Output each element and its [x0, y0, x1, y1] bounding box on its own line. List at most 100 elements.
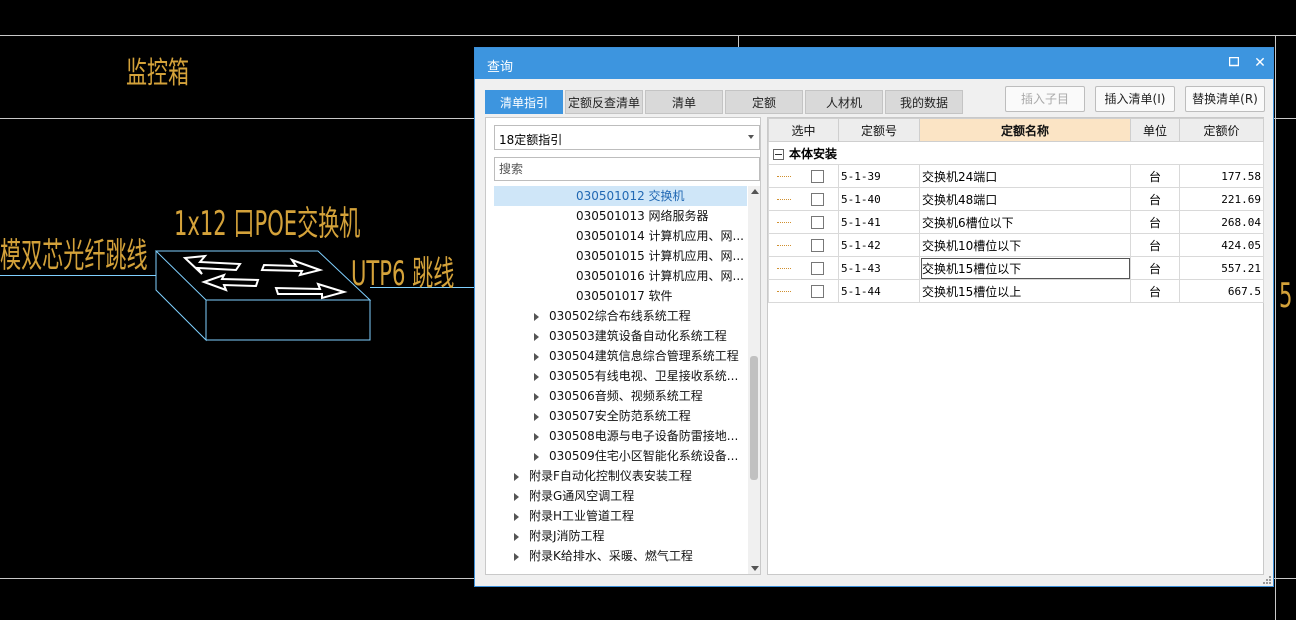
- tab-list-guide[interactable]: 清单指引: [485, 90, 563, 114]
- tree-scrollbar[interactable]: [748, 186, 760, 574]
- quota-code[interactable]: 5-1-39: [838, 164, 920, 188]
- tree-item[interactable]: 附录J消防工程: [514, 526, 605, 546]
- tree-item[interactable]: 030505有线电视、卫星接收系统...: [534, 366, 738, 386]
- quota-code[interactable]: 5-1-40: [838, 187, 920, 211]
- tree-item[interactable]: 030501015 计算机应用、网...: [494, 246, 747, 266]
- tree-item[interactable]: 030501017 软件: [494, 286, 747, 306]
- quota-unit[interactable]: 台: [1130, 187, 1180, 211]
- row-checkbox[interactable]: [811, 170, 824, 183]
- col-header-select[interactable]: 选中: [768, 118, 839, 142]
- tree-item[interactable]: 030509住宅小区智能化系统设备...: [534, 446, 738, 466]
- quota-name[interactable]: 交换机10槽位以下: [919, 233, 1131, 257]
- expand-icon[interactable]: [514, 472, 519, 481]
- quota-price[interactable]: 221.69: [1179, 187, 1264, 211]
- expand-icon[interactable]: [534, 432, 539, 441]
- close-icon[interactable]: ✕: [1251, 54, 1269, 72]
- expand-icon[interactable]: [534, 352, 539, 361]
- row-checkbox[interactable]: [811, 262, 824, 275]
- quota-unit[interactable]: 台: [1130, 210, 1180, 234]
- quota-price[interactable]: 557.21: [1179, 256, 1264, 280]
- select-cell[interactable]: [768, 279, 839, 303]
- tree-item[interactable]: 030502综合布线系统工程: [534, 306, 691, 326]
- dialog-titlebar[interactable]: 查询 ✕: [475, 48, 1273, 79]
- tab-quota-reverse-lookup[interactable]: 定额反查清单: [565, 90, 643, 114]
- quota-code[interactable]: 5-1-42: [838, 233, 920, 257]
- quota-unit[interactable]: 台: [1130, 233, 1180, 257]
- insert-list-button[interactable]: 插入清单(I): [1095, 86, 1175, 112]
- quota-unit[interactable]: 台: [1130, 279, 1180, 303]
- tree-item[interactable]: 附录H工业管道工程: [514, 506, 634, 526]
- row-checkbox[interactable]: [811, 285, 824, 298]
- quota-price[interactable]: 177.58: [1179, 164, 1264, 188]
- resize-grip-icon[interactable]: [1263, 576, 1271, 584]
- col-header-unit[interactable]: 单位: [1130, 118, 1180, 142]
- select-cell[interactable]: [768, 164, 839, 188]
- quota-code[interactable]: 5-1-41: [838, 210, 920, 234]
- expand-icon[interactable]: [534, 372, 539, 381]
- tree-item[interactable]: 030501012 交换机: [494, 186, 747, 206]
- row-checkbox[interactable]: [811, 193, 824, 206]
- quota-name[interactable]: 交换机48端口: [919, 187, 1131, 211]
- scroll-thumb[interactable]: [750, 356, 758, 480]
- table-row[interactable]: 5-1-44 交换机15槽位以上台 667.5: [768, 279, 1264, 303]
- expand-icon[interactable]: [514, 512, 519, 521]
- table-row[interactable]: 5-1-43 交换机15槽位以下台 557.21: [768, 256, 1264, 280]
- expand-icon[interactable]: [514, 552, 519, 561]
- table-row[interactable]: 5-1-40 交换机48端口台 221.69: [768, 187, 1264, 211]
- tab-my-data[interactable]: 我的数据: [885, 90, 963, 114]
- quota-code[interactable]: 5-1-43: [838, 256, 920, 280]
- expand-icon[interactable]: [534, 312, 539, 321]
- col-header-name[interactable]: 定额名称: [919, 118, 1131, 142]
- maximize-icon[interactable]: [1225, 54, 1243, 72]
- search-input[interactable]: [494, 157, 760, 181]
- tree-item[interactable]: 030501013 网络服务器: [494, 206, 747, 226]
- quota-price[interactable]: 268.04: [1179, 210, 1264, 234]
- quota-price[interactable]: 667.5: [1179, 279, 1264, 303]
- col-header-price[interactable]: 定额价: [1179, 118, 1264, 142]
- select-cell[interactable]: [768, 187, 839, 211]
- tab-labor-material-machine[interactable]: 人材机: [805, 90, 883, 114]
- expand-icon[interactable]: [534, 452, 539, 461]
- tree-item[interactable]: 030501016 计算机应用、网...: [494, 266, 747, 286]
- select-cell[interactable]: [768, 210, 839, 234]
- col-header-code[interactable]: 定额号: [838, 118, 920, 142]
- quota-name[interactable]: 交换机15槽位以下: [919, 256, 1131, 280]
- tree-item[interactable]: 附录G通风空调工程: [514, 486, 634, 506]
- tree-item[interactable]: 030501014 计算机应用、网...: [494, 226, 747, 246]
- table-row[interactable]: 5-1-42 交换机10槽位以下台 424.05: [768, 233, 1264, 257]
- select-cell[interactable]: [768, 256, 839, 280]
- tree-item[interactable]: 030506音频、视频系统工程: [534, 386, 703, 406]
- collapse-icon[interactable]: [773, 148, 784, 160]
- switch-front: [206, 300, 371, 341]
- select-cell[interactable]: [768, 233, 839, 257]
- tree-item[interactable]: 030507安全防范系统工程: [534, 406, 691, 426]
- expand-icon[interactable]: [534, 392, 539, 401]
- tree-item[interactable]: 030504建筑信息综合管理系统工程: [534, 346, 739, 366]
- tree-item[interactable]: 附录F自动化控制仪表安装工程: [514, 466, 692, 486]
- quota-unit[interactable]: 台: [1130, 164, 1180, 188]
- replace-list-button[interactable]: 替换清单(R): [1185, 86, 1265, 112]
- quota-name[interactable]: 交换机6槽位以下: [919, 210, 1131, 234]
- tree-item[interactable]: 附录K给排水、采暖、燃气工程: [514, 546, 693, 566]
- quota-name[interactable]: 交换机15槽位以上: [919, 279, 1131, 303]
- tree-item[interactable]: 030503建筑设备自动化系统工程: [534, 326, 727, 346]
- row-checkbox[interactable]: [811, 239, 824, 252]
- expand-icon[interactable]: [534, 412, 539, 421]
- tree-item[interactable]: 030508电源与电子设备防雷接地...: [534, 426, 738, 446]
- insert-child-button[interactable]: 插入子目: [1005, 86, 1085, 112]
- quota-code[interactable]: 5-1-44: [838, 279, 920, 303]
- scroll-down-icon[interactable]: [751, 566, 759, 571]
- table-row[interactable]: 5-1-39 交换机24端口台 177.58: [768, 164, 1264, 188]
- quota-unit[interactable]: 台: [1130, 256, 1180, 280]
- quota-price[interactable]: 424.05: [1179, 233, 1264, 257]
- expand-icon[interactable]: [534, 332, 539, 341]
- row-checkbox[interactable]: [811, 216, 824, 229]
- expand-icon[interactable]: [514, 492, 519, 501]
- guide-select[interactable]: 18定额指引: [494, 125, 760, 150]
- quota-name[interactable]: 交换机24端口: [919, 164, 1131, 188]
- tab-list[interactable]: 清单: [645, 90, 723, 114]
- tab-quota[interactable]: 定额: [725, 90, 803, 114]
- scroll-up-icon[interactable]: [751, 189, 759, 194]
- expand-icon[interactable]: [514, 532, 519, 541]
- table-row[interactable]: 5-1-41 交换机6槽位以下台 268.04: [768, 210, 1264, 234]
